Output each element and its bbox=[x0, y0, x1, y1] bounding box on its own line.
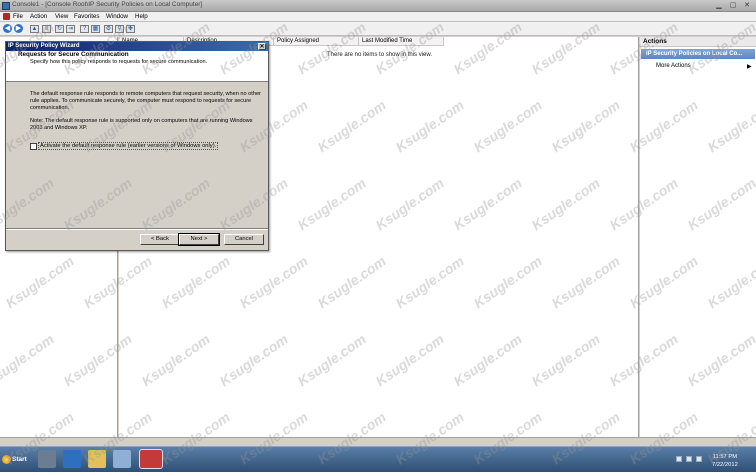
windows-logo-icon bbox=[2, 455, 11, 464]
column-header-last-modified[interactable]: Last Modified Time bbox=[359, 37, 444, 46]
start-button[interactable]: Start bbox=[0, 449, 32, 471]
properties-icon[interactable]: ▦ bbox=[91, 25, 100, 33]
menu-action[interactable]: Action bbox=[30, 13, 47, 20]
taskbar: Start 11:57 PM 7/22/2012 bbox=[0, 446, 756, 472]
dialog-title-bar[interactable]: IP Security Policy Wizard ✕ bbox=[6, 42, 268, 51]
start-label: Start bbox=[12, 456, 27, 463]
menu-window[interactable]: Window bbox=[106, 13, 128, 20]
explorer-folder-icon[interactable] bbox=[88, 450, 106, 468]
back-button[interactable]: < Back bbox=[140, 234, 180, 245]
refresh-icon[interactable]: ↻ bbox=[55, 25, 64, 33]
activate-default-response-checkbox[interactable] bbox=[30, 143, 37, 150]
more-actions-link[interactable]: More Actions bbox=[656, 63, 691, 69]
window-title: Console1 - [Console Root\IP Security Pol… bbox=[12, 1, 203, 8]
submenu-arrow-icon[interactable]: ▶ bbox=[747, 63, 752, 70]
dialog-separator bbox=[6, 228, 268, 230]
clock-time: 11:57 PM bbox=[712, 454, 738, 460]
server-manager-icon[interactable] bbox=[38, 450, 56, 468]
menu-help[interactable]: Help bbox=[135, 13, 148, 20]
empty-list-message: There are no items to show in this view. bbox=[327, 52, 433, 58]
show-hide-tree-icon[interactable]: ≡ bbox=[42, 25, 51, 33]
dialog-paragraph-rule: The default response rule responds to re… bbox=[30, 91, 261, 111]
dialog-close-icon[interactable]: ✕ bbox=[258, 43, 266, 50]
console-menu-icon[interactable] bbox=[3, 13, 10, 20]
help-icon[interactable]: ? bbox=[80, 25, 89, 33]
mmc-console-taskbar-icon[interactable] bbox=[139, 449, 163, 469]
dialog-heading: Requests for Secure Communication bbox=[18, 51, 129, 58]
policy-icon[interactable]: ⚙ bbox=[104, 25, 113, 33]
back-arrow-icon[interactable]: ◀ bbox=[3, 24, 12, 33]
activate-default-response-label[interactable]: Activate the default response rule (earl… bbox=[37, 142, 219, 150]
menu-bar: File Action View Favorites Window Help bbox=[0, 12, 756, 22]
dialog-paragraph-note: Note: The default response rule is suppo… bbox=[30, 118, 253, 131]
toolbar: ◀ ▶ ▲ ≡ ↻ ⇥ ? ▦ ⚙ ⚲ ✚ bbox=[0, 22, 756, 36]
tray-volume-icon[interactable] bbox=[696, 456, 702, 462]
taskbar-clock[interactable]: 11:57 PM 7/22/2012 bbox=[712, 453, 738, 469]
powershell-icon[interactable] bbox=[63, 450, 81, 468]
manage-filters-icon[interactable]: ✚ bbox=[126, 25, 135, 33]
menu-favorites[interactable]: Favorites bbox=[74, 13, 99, 20]
actions-header: Actions bbox=[640, 37, 756, 47]
filter-icon[interactable]: ⚲ bbox=[115, 25, 124, 33]
clock-date: 7/22/2012 bbox=[712, 462, 738, 468]
tray-network-icon[interactable] bbox=[686, 456, 692, 462]
up-folder-icon[interactable]: ▲ bbox=[30, 25, 39, 33]
dialog-title: IP Security Policy Wizard bbox=[8, 43, 80, 49]
actions-selected-node[interactable]: IP Security Policies on Local Co... bbox=[641, 49, 755, 59]
menu-view[interactable]: View bbox=[55, 13, 68, 20]
tray-flag-icon[interactable] bbox=[676, 456, 682, 462]
window-title-bar[interactable]: Console1 - [Console Root\IP Security Pol… bbox=[0, 0, 756, 12]
mmc-app-icon bbox=[2, 2, 10, 10]
export-list-icon[interactable]: ⇥ bbox=[66, 25, 75, 33]
cancel-button[interactable]: Cancel bbox=[224, 234, 264, 245]
status-bar bbox=[0, 437, 756, 446]
close-icon[interactable]: ✕ bbox=[740, 1, 754, 10]
menu-file[interactable]: File bbox=[13, 13, 23, 20]
dialog-subheading: Specify how this policy responds to requ… bbox=[30, 59, 208, 65]
actions-pane: Actions IP Security Policies on Local Co… bbox=[640, 37, 756, 437]
ip-security-policy-wizard-dialog: IP Security Policy Wizard ✕ Requests for… bbox=[5, 41, 269, 251]
next-button[interactable]: Next > bbox=[178, 233, 220, 246]
minimize-icon[interactable]: ▁ bbox=[712, 1, 726, 10]
forward-arrow-icon[interactable]: ▶ bbox=[14, 24, 23, 33]
task-app-icon[interactable] bbox=[113, 450, 131, 468]
column-header-policy-assigned[interactable]: Policy Assigned bbox=[274, 37, 359, 46]
maximize-icon[interactable]: ▢ bbox=[726, 1, 740, 10]
